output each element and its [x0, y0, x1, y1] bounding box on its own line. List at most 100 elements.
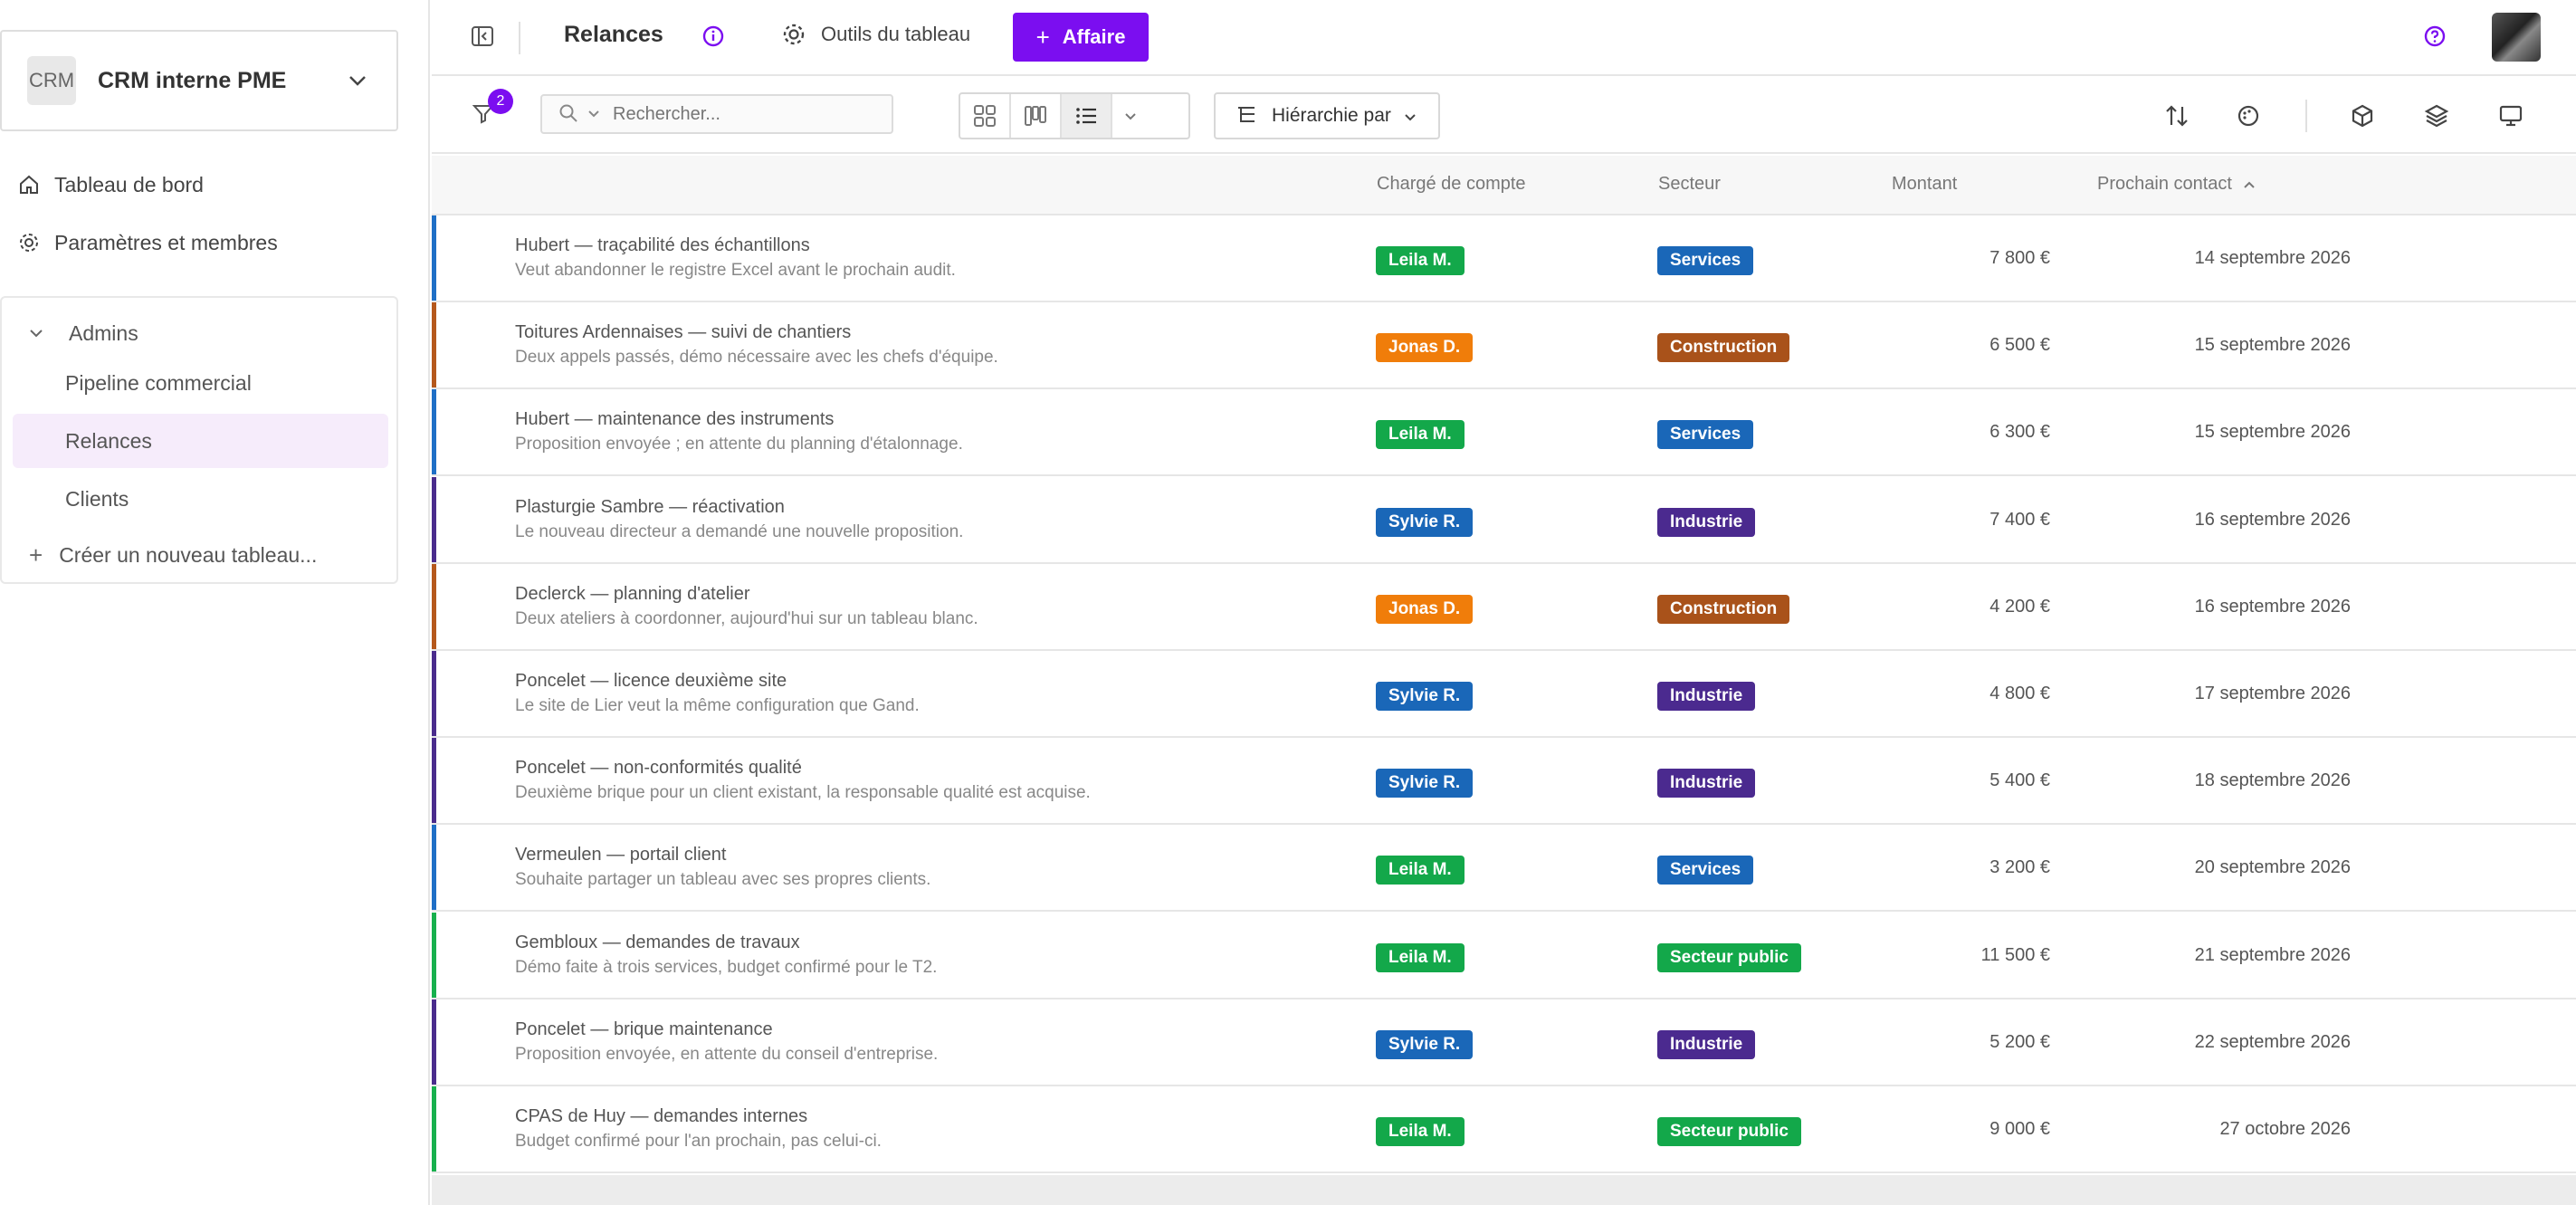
row-title: Poncelet — non-conformités qualité: [515, 758, 802, 779]
table-row[interactable]: Poncelet — brique maintenance Proposition…: [432, 999, 2576, 1086]
board-tools-button[interactable]: Outils du tableau: [781, 22, 970, 47]
board-item-label: Relances: [65, 428, 152, 453]
monitor-icon[interactable]: [2496, 101, 2525, 130]
column-header-amount[interactable]: Montant: [1892, 174, 1957, 195]
avatar[interactable]: [2492, 13, 2541, 62]
manager-badge[interactable]: Sylvie R.: [1376, 1029, 1474, 1059]
search-box[interactable]: [540, 94, 893, 134]
row-title: Plasturgie Sambre — réactivation: [515, 496, 785, 517]
row-color-bar: [432, 1086, 436, 1172]
row-subtitle: Deux appels passés, démo nécessaire avec…: [515, 348, 998, 368]
sector-badge[interactable]: Industrie: [1657, 682, 1756, 711]
kanban-view-icon[interactable]: [1011, 94, 1062, 138]
nav-settings[interactable]: Paramètres et membres: [0, 217, 398, 268]
help-icon[interactable]: [2423, 24, 2448, 50]
palette-icon[interactable]: [2234, 101, 2263, 130]
next-contact-cell: 27 octobre 2026: [2219, 1119, 2351, 1139]
next-contact-cell: 16 septembre 2026: [2194, 596, 2351, 617]
board-group-label: Admins: [69, 320, 138, 345]
table-row[interactable]: Declerck — planning d'atelier Deux atelie…: [432, 563, 2576, 651]
sector-badge[interactable]: Industrie: [1657, 507, 1756, 537]
plus-icon: +: [29, 540, 43, 569]
gear-icon: [16, 230, 42, 255]
amount-cell: 4 800 €: [1989, 684, 2050, 703]
manager-badge[interactable]: Sylvie R.: [1376, 682, 1474, 711]
nav-dashboard-label: Tableau de bord: [54, 172, 204, 196]
sector-badge[interactable]: Services: [1657, 856, 1754, 885]
column-header-label: Secteur: [1658, 174, 1721, 194]
sector-badge[interactable]: Construction: [1657, 594, 1790, 624]
column-header-label: Montant: [1892, 174, 1958, 194]
table-row[interactable]: Gembloux — demandes de travaux Démo faite…: [432, 912, 2576, 999]
row-color-bar: [432, 476, 436, 562]
manager-badge[interactable]: Leila M.: [1376, 942, 1465, 972]
manager-badge[interactable]: Leila M.: [1376, 420, 1465, 450]
board-group-header[interactable]: Admins: [2, 311, 138, 356]
row-color-bar: [432, 215, 436, 301]
row-color-bar: [432, 302, 436, 388]
info-icon[interactable]: [701, 24, 727, 50]
sector-badge[interactable]: Secteur public: [1657, 1117, 1801, 1146]
table-row[interactable]: Hubert — maintenance des instruments Prop…: [432, 389, 2576, 477]
sector-badge[interactable]: Industrie: [1657, 1029, 1756, 1059]
manager-badge[interactable]: Sylvie R.: [1376, 769, 1474, 799]
cube-icon[interactable]: [2348, 101, 2377, 130]
amount-cell: 3 200 €: [1989, 857, 2050, 878]
row-subtitle: Veut abandonner le registre Excel avant …: [515, 261, 956, 280]
row-title: Toitures Ardennaises — suivi de chantier…: [515, 322, 852, 343]
horizontal-scrollbar[interactable]: [432, 1175, 2576, 1205]
nav-dashboard[interactable]: Tableau de bord: [0, 159, 398, 210]
sort-icon[interactable]: [2162, 101, 2191, 130]
board-item-clients[interactable]: Clients: [13, 472, 388, 526]
table-row[interactable]: CPAS de Huy — demandes internes Budget co…: [432, 1086, 2576, 1173]
amount-cell: 11 500 €: [1980, 944, 2050, 965]
row-subtitle: Deux ateliers à coordonner, aujourd'hui …: [515, 608, 978, 628]
column-header-sector[interactable]: Secteur: [1658, 174, 1721, 195]
row-subtitle: Démo faite à trois services, budget conf…: [515, 957, 938, 977]
sidebar-toggle-icon[interactable]: [470, 24, 499, 53]
sector-badge[interactable]: Secteur public: [1657, 942, 1801, 972]
table-row[interactable]: Poncelet — non-conformités qualité Deuxiè…: [432, 738, 2576, 826]
column-header-next-contact[interactable]: Prochain contact: [2097, 174, 2259, 195]
sector-badge[interactable]: Services: [1657, 246, 1754, 275]
sector-badge[interactable]: Industrie: [1657, 769, 1756, 799]
chevron-down-icon[interactable]: [587, 106, 602, 122]
add-deal-button[interactable]: + Affaire: [1013, 13, 1149, 62]
gear-icon: [781, 22, 806, 47]
chevron-down-icon[interactable]: [1112, 94, 1149, 138]
sector-badge[interactable]: Construction: [1657, 333, 1790, 363]
sector-badge[interactable]: Services: [1657, 420, 1754, 450]
create-board-button[interactable]: + Créer un nouveau tableau...: [2, 537, 317, 573]
grid-view-icon[interactable]: [960, 94, 1011, 138]
board-tools-label: Outils du tableau: [821, 23, 971, 45]
column-header-manager[interactable]: Chargé de compte: [1377, 174, 1526, 195]
table-header: Chargé de compte Secteur Montant Prochai…: [432, 156, 2576, 215]
manager-badge[interactable]: Leila M.: [1376, 1117, 1465, 1146]
table-row[interactable]: Toitures Ardennaises — suivi de chantier…: [432, 302, 2576, 390]
table-row[interactable]: Hubert — traçabilité des échantillons Veu…: [432, 215, 2576, 302]
row-color-bar: [432, 738, 436, 824]
table-row[interactable]: Poncelet — licence deuxième site Le site …: [432, 651, 2576, 738]
row-color-bar: [432, 825, 436, 911]
table-row[interactable]: Vermeulen — portail client Souhaite parta…: [432, 825, 2576, 913]
manager-badge[interactable]: Leila M.: [1376, 856, 1465, 885]
workspace-name: CRM interne PME: [98, 67, 287, 93]
manager-badge[interactable]: Sylvie R.: [1376, 507, 1474, 537]
layers-icon[interactable]: [2422, 101, 2451, 130]
next-contact-cell: 15 septembre 2026: [2194, 422, 2351, 443]
filter-count-badge: 2: [488, 89, 513, 114]
board-item-relances[interactable]: Relances: [13, 414, 388, 468]
next-contact-cell: 15 septembre 2026: [2194, 335, 2351, 356]
board-item-pipeline[interactable]: Pipeline commercial: [13, 356, 388, 410]
table-row[interactable]: Plasturgie Sambre — réactivation Le nouve…: [432, 476, 2576, 564]
next-contact-cell: 18 septembre 2026: [2194, 770, 2351, 791]
hierarchy-button[interactable]: Hiérarchie par: [1214, 92, 1440, 139]
amount-cell: 9 000 €: [1989, 1119, 2050, 1139]
manager-badge[interactable]: Leila M.: [1376, 246, 1465, 275]
view-switcher: [959, 92, 1190, 139]
manager-badge[interactable]: Jonas D.: [1376, 594, 1474, 624]
search-input[interactable]: [613, 103, 866, 125]
list-view-icon[interactable]: [1062, 94, 1112, 138]
manager-badge[interactable]: Jonas D.: [1376, 333, 1474, 363]
workspace-switcher[interactable]: CRM CRM interne PME: [0, 30, 398, 131]
